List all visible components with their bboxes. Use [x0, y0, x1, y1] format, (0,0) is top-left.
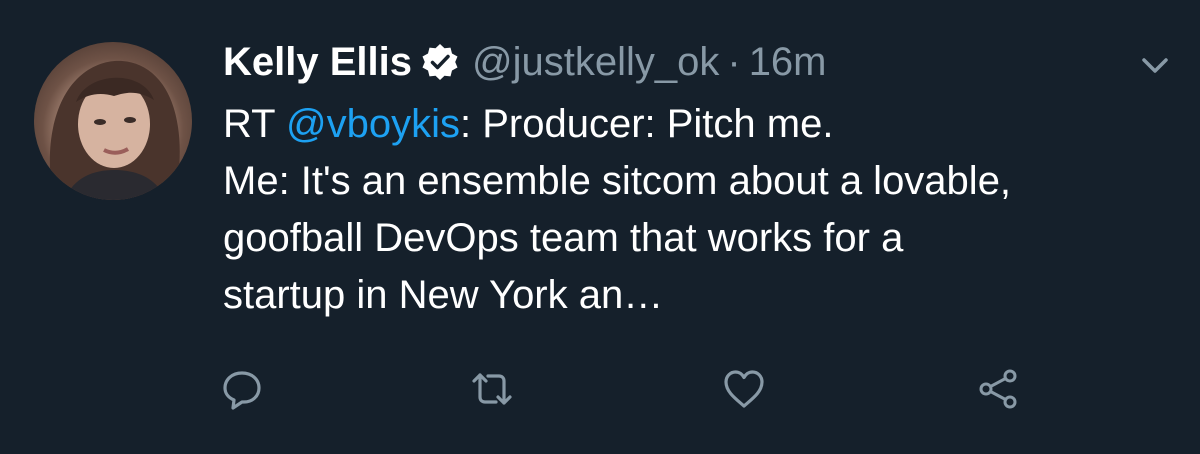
tweet-timestamp[interactable]: 16m — [749, 40, 827, 85]
tweet-actions — [0, 367, 1200, 411]
heart-icon[interactable] — [722, 367, 766, 411]
tweet-text-line-1: RT @vboykis: Producer: Pitch me. — [223, 96, 1173, 153]
tweet-text-line-3: goofball DevOps team that works for a — [223, 216, 904, 260]
tweet-header: Kelly Ellis @justkelly_ok · 16m — [223, 36, 827, 88]
verified-badge-icon — [420, 42, 460, 82]
share-icon[interactable] — [976, 367, 1020, 411]
tweet-text-line-4: startup in New York an… — [223, 273, 664, 317]
tweet-text-line-2: Me: It's an ensemble sitcom about a lova… — [223, 159, 1012, 203]
reply-icon[interactable] — [220, 367, 264, 411]
tweet-card[interactable]: Kelly Ellis @justkelly_ok · 16m RT @vboy… — [0, 0, 1200, 454]
author-name[interactable]: Kelly Ellis — [223, 40, 412, 85]
retweet-icon[interactable] — [470, 367, 514, 411]
avatar[interactable] — [34, 42, 192, 200]
chevron-down-icon[interactable] — [1140, 50, 1170, 80]
mention-link[interactable]: @vboykis — [286, 102, 460, 146]
author-handle[interactable]: @justkelly_ok — [472, 40, 719, 85]
tweet-text-line-1-rest: : Producer: Pitch me. — [459, 102, 834, 146]
tweet-text: RT @vboykis: Producer: Pitch me. Me: It'… — [223, 96, 1173, 324]
separator-dot: · — [727, 39, 741, 84]
retweet-prefix: RT — [223, 102, 286, 146]
